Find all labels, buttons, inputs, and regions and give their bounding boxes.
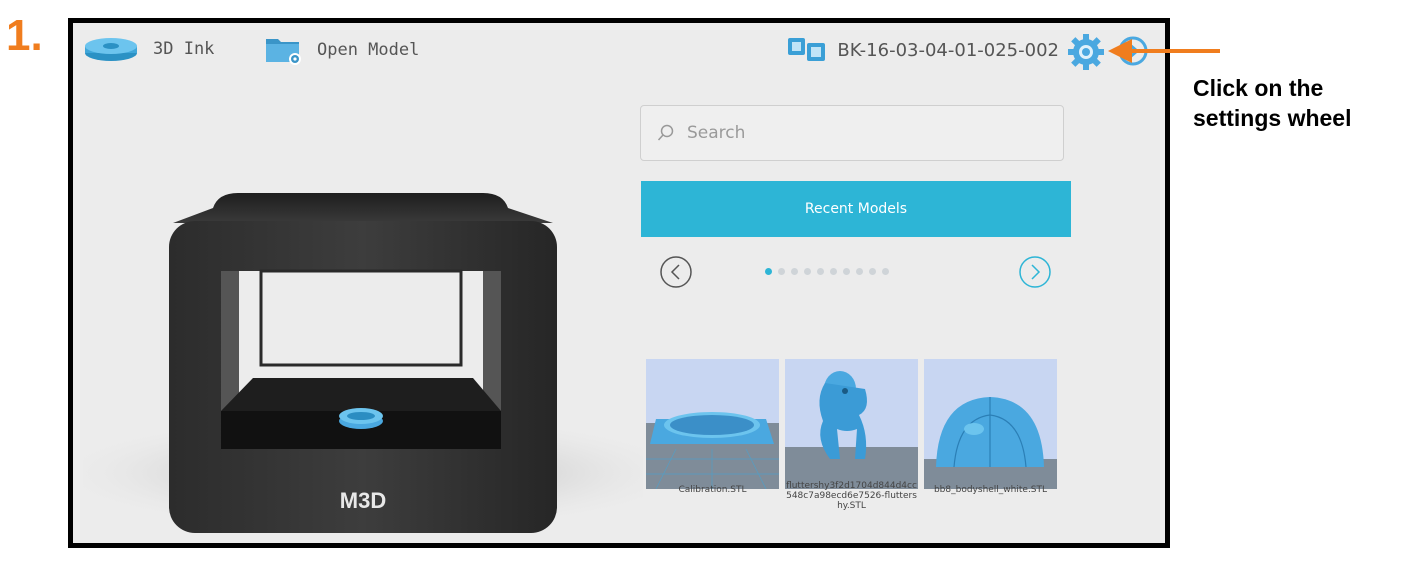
app-window: 3D Ink Open Model BK-16-03-04-01-025-002 <box>68 18 1170 548</box>
model-preview-calibration <box>646 359 779 490</box>
page-dot[interactable] <box>791 268 798 275</box>
spool-icon <box>85 38 137 61</box>
model-thumbnail[interactable]: bb8_bodyshell_white.STL <box>924 359 1057 519</box>
recent-models-list: Calibration.STL fluttershy3f2d1704d844d4… <box>646 359 1057 519</box>
printer-logo: M3D <box>340 488 386 513</box>
step-number: 1. <box>6 11 43 60</box>
ink-label: 3D Ink <box>153 39 215 59</box>
model-name: Calibration.STL <box>678 485 747 495</box>
serial-number: BK-16-03-04-01-025-002 <box>837 39 1059 61</box>
page-dot[interactable] <box>856 268 863 275</box>
chevron-left-icon[interactable] <box>659 255 693 289</box>
search-input[interactable] <box>685 122 1029 144</box>
model-thumbnail[interactable]: Calibration.STL <box>646 359 779 519</box>
printer-preview: M3D <box>83 193 643 533</box>
folder-icon <box>266 39 301 65</box>
page-dot[interactable] <box>843 268 850 275</box>
page-dot[interactable] <box>830 268 837 275</box>
open-model-button[interactable]: Open Model <box>265 35 419 65</box>
callout-line-2: settings wheel <box>1193 105 1352 131</box>
top-bar: 3D Ink Open Model BK-16-03-04-01-025-002 <box>73 23 1165 79</box>
open-model-label: Open Model <box>317 40 420 60</box>
model-preview-fluttershy <box>785 359 918 489</box>
recent-models-tab[interactable]: Recent Models <box>641 181 1071 237</box>
page-indicator[interactable] <box>765 268 889 275</box>
search-icon <box>657 124 674 141</box>
page-dot[interactable] <box>778 268 785 275</box>
callout-line-1: Click on the <box>1193 75 1324 101</box>
instruction-callout: Click on the settings wheel <box>1193 73 1351 133</box>
search-box[interactable] <box>640 105 1064 161</box>
printer-status[interactable]: BK-16-03-04-01-025-002 <box>787 37 1059 63</box>
page-dot[interactable] <box>765 268 772 275</box>
model-preview-bb8 <box>924 359 1057 489</box>
page-dot[interactable] <box>882 268 889 275</box>
device-icon <box>788 38 826 61</box>
model-thumbnail[interactable]: fluttershy3f2d1704d844d4cc548c7a98ecd6e7… <box>785 359 918 519</box>
page-dot[interactable] <box>869 268 876 275</box>
chevron-right-icon[interactable] <box>1018 255 1052 289</box>
model-name: bb8_bodyshell_white.STL <box>933 485 1048 495</box>
page-dot[interactable] <box>817 268 824 275</box>
arrow-annotation <box>1108 39 1220 63</box>
gear-icon[interactable] <box>1067 33 1105 71</box>
page-dot[interactable] <box>804 268 811 275</box>
ink-button[interactable]: 3D Ink <box>83 35 214 63</box>
model-name: fluttershy3f2d1704d844d4cc548c7a98ecd6e7… <box>786 481 917 511</box>
